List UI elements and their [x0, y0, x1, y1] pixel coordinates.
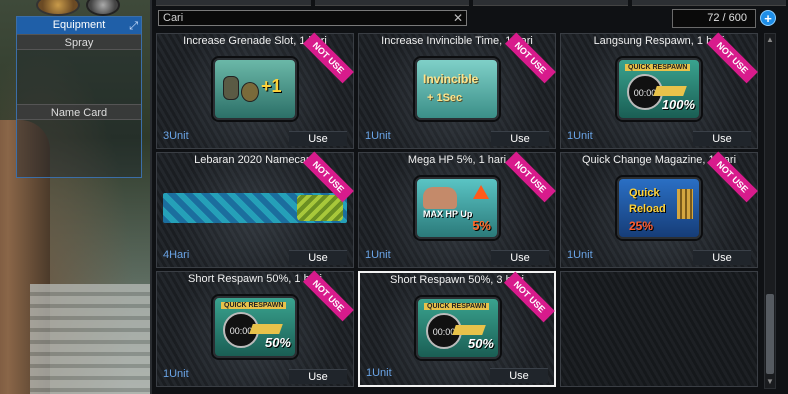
inventory-capacity: 72 / 600 [672, 9, 756, 28]
max-hp-icon: MAX HP Up 5% [415, 177, 499, 239]
item-card[interactable]: Increase Grenade Slot, 1 hari +1 NOT USE… [156, 32, 354, 149]
equipment-slot-namecard[interactable] [17, 120, 141, 174]
quick-respawn-icon: QUICK RESPAWN 00:00 50% [416, 297, 500, 359]
inventory-tab[interactable] [314, 0, 469, 6]
use-button[interactable]: Use [289, 369, 347, 384]
search-text: Cari [163, 12, 184, 24]
quick-respawn-icon: QUICK RESPAWN 00:00 100% [617, 58, 701, 120]
scroll-down-icon[interactable]: ▼ [766, 377, 774, 387]
item-card[interactable]: Increase Invincible Time, 1 hari Invinci… [358, 32, 556, 149]
use-button[interactable]: Use [289, 131, 347, 146]
equipment-slot-spray[interactable] [17, 50, 141, 104]
empty-slot [560, 271, 758, 387]
quick-respawn-icon: QUICK RESPAWN 00:00 50% [213, 296, 297, 358]
item-quantity: 4Hari [163, 249, 190, 261]
search-input[interactable]: Cari ✕ [158, 10, 467, 26]
equipment-title: Equipment [52, 19, 106, 31]
quick-reload-icon: Quick Reload 25% [617, 177, 701, 239]
scroll-up-icon[interactable]: ▲ [766, 35, 774, 45]
inventory-tabs [156, 0, 786, 6]
item-quantity: 1Unit [365, 130, 391, 142]
item-grid: Increase Grenade Slot, 1 hari +1 NOT USE… [156, 32, 758, 389]
clan-badge-icon [86, 0, 120, 16]
item-card-selected[interactable]: Short Respawn 50%, 3 hari QUICK RESPAWN … [358, 271, 556, 387]
use-button[interactable]: Use [289, 250, 347, 265]
inventory-window: Cari ✕ 72 / 600 + Increase Grenade Slot,… [150, 0, 788, 394]
equipment-header: Equipment ⤢ [17, 17, 141, 34]
equipment-panel: Equipment ⤢ Spray Name Card [16, 16, 142, 178]
item-quantity: 1Unit [365, 249, 391, 261]
equipment-slot-namecard-label: Name Card [17, 104, 141, 120]
equipment-slot-spray-label: Spray [17, 34, 141, 50]
grenade-slot-icon: +1 [213, 58, 297, 120]
item-quantity: 3Unit [163, 130, 189, 142]
inventory-tab[interactable] [473, 0, 628, 6]
item-card[interactable]: Lebaran 2020 Namecard NOT USE 4Hari Use [156, 151, 354, 268]
use-button[interactable]: Use [490, 368, 548, 383]
use-button[interactable]: Use [693, 250, 751, 265]
item-quantity: 1Unit [366, 367, 392, 379]
item-card[interactable]: Langsung Respawn, 1 hari QUICK RESPAWN 0… [560, 32, 758, 149]
item-quantity: 1Unit [163, 368, 189, 380]
clear-icon[interactable]: ✕ [453, 11, 463, 25]
use-button[interactable]: Use [491, 131, 549, 146]
use-button[interactable]: Use [491, 250, 549, 265]
inventory-tab[interactable] [156, 0, 311, 6]
scene-stairs [30, 284, 150, 394]
inventory-tab[interactable] [631, 0, 786, 6]
inventory-scrollbar[interactable]: ▲ ▼ [764, 33, 776, 389]
item-quantity: 1Unit [567, 249, 593, 261]
expand-capacity-button[interactable]: + [760, 10, 776, 26]
scrollbar-thumb[interactable] [766, 294, 774, 374]
expand-icon[interactable]: ⤢ [129, 18, 138, 35]
use-button[interactable]: Use [693, 131, 751, 146]
rank-badge-icon [36, 0, 80, 16]
item-card[interactable]: Short Respawn 50%, 1 hari QUICK RESPAWN … [156, 270, 354, 387]
namecard-icon [163, 193, 347, 223]
item-card[interactable]: Quick Change Magazine, 1 hari Quick Relo… [560, 151, 758, 268]
item-quantity: 1Unit [567, 130, 593, 142]
invincible-icon: Invincible + 1Sec [415, 58, 499, 120]
item-card[interactable]: Mega HP 5%, 1 hari MAX HP Up 5% NOT USE … [358, 151, 556, 268]
